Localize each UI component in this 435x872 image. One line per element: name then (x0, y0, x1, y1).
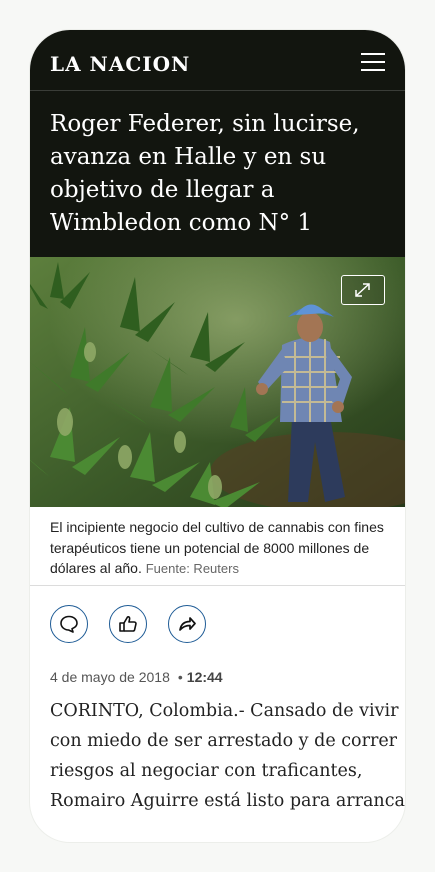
site-logo[interactable]: LA NACION (50, 52, 190, 76)
publish-time: 12:44 (186, 669, 223, 685)
phone-frame: LA NACION Roger Federer, sin lucirse, av… (30, 30, 405, 842)
article-body: CORINTO, Colombia.- Cansado de vivir con… (50, 696, 405, 816)
body-line: con miedo de ser arrestado y de correr (50, 731, 398, 751)
like-button[interactable] (109, 605, 147, 643)
article-photo (30, 257, 405, 507)
meta-separator: • (177, 669, 183, 685)
comment-button[interactable] (50, 605, 88, 643)
headline-line: Wimbledon como N° 1 (50, 210, 313, 236)
caption-source: Fuente: Reuters (145, 561, 239, 576)
photo-caption: El incipiente negocio del cultivo de can… (50, 517, 390, 580)
publish-date: 4 de mayo de 2018 (50, 669, 170, 685)
article-meta: 4 de mayo de 2018 • 12:44 (50, 668, 223, 686)
body-line: CORINTO, Colombia.- Cansado de vivir (50, 701, 399, 721)
hamburger-bar (361, 69, 385, 71)
share-button[interactable] (168, 605, 206, 643)
article-headline: Roger Federer, sin lucirse, avanza en Ha… (50, 108, 380, 240)
body-line: riesgos al negociar con traficantes, (50, 761, 363, 781)
body-line: Romairo Aguirre está listo para arrancar (50, 791, 405, 811)
top-nav: LA NACION (30, 30, 405, 91)
comment-icon (60, 615, 78, 633)
headline-line: Roger Federer, sin lucirse, (50, 111, 360, 137)
hamburger-bar (361, 53, 385, 55)
hamburger-bar (361, 61, 385, 63)
headline-line: objetivo de llegar a (50, 177, 275, 203)
headline-section: Roger Federer, sin lucirse, avanza en Ha… (30, 91, 405, 257)
expand-image-button[interactable] (341, 275, 385, 305)
headline-line: avanza en Halle y en su (50, 144, 327, 170)
share-icon (179, 617, 196, 631)
hamburger-menu-button[interactable] (361, 53, 385, 71)
like-icon (119, 616, 137, 632)
divider (30, 585, 405, 586)
expand-icon (355, 283, 370, 297)
